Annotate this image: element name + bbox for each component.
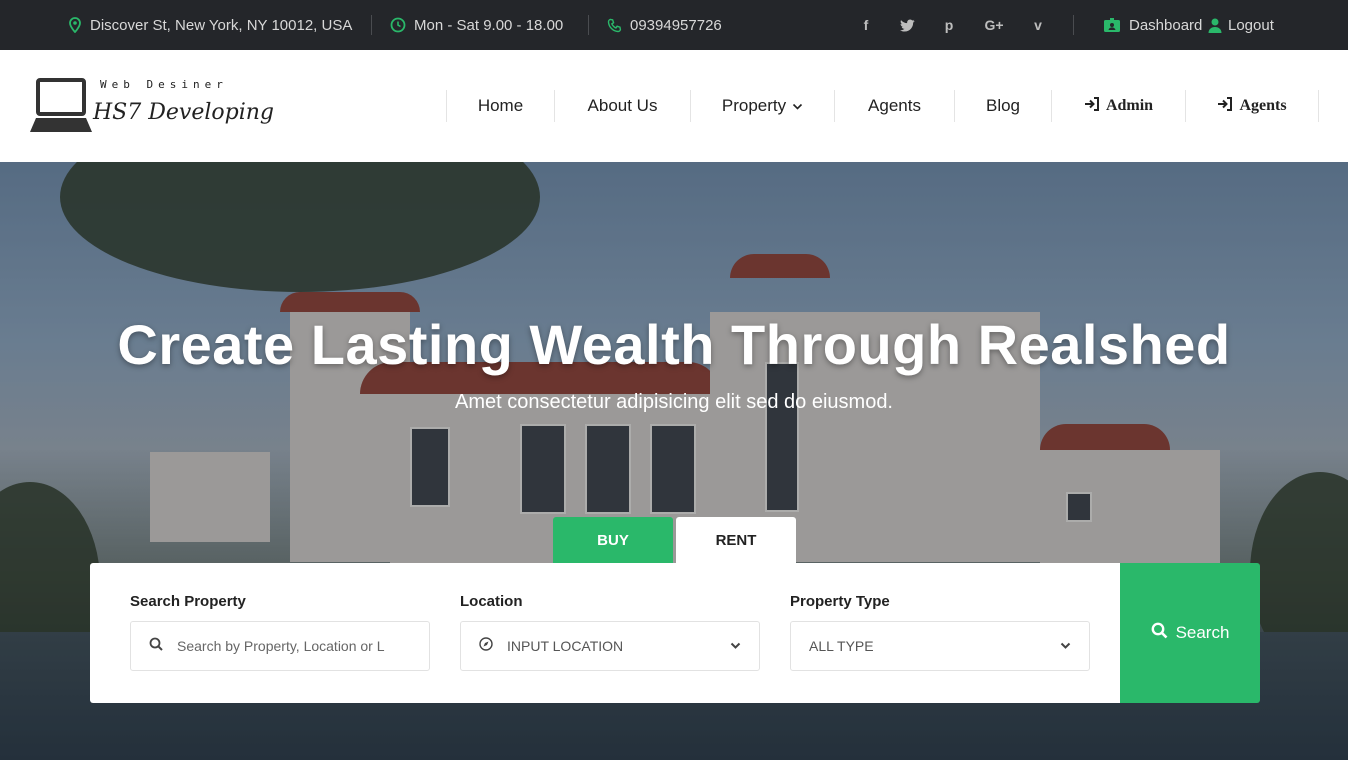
google-plus-icon[interactable]: G+ bbox=[981, 0, 1007, 50]
tab-buy[interactable]: BUY bbox=[553, 517, 673, 563]
phone-icon bbox=[607, 18, 622, 33]
hours-text: Mon - Sat 9.00 - 18.00 bbox=[414, 16, 564, 34]
search-icon bbox=[149, 637, 163, 656]
compass-icon bbox=[479, 636, 493, 656]
main-header: Web Desiner HS7 Developing Home About Us… bbox=[0, 50, 1348, 162]
hero-title: Create Lasting Wealth Through Realshed bbox=[117, 313, 1231, 376]
nav-divider bbox=[1318, 90, 1319, 122]
hero-subtitle: Amet consectetur adipisicing elit sed do… bbox=[454, 391, 893, 413]
location-value: INPUT LOCATION bbox=[507, 638, 624, 654]
location-label: Location bbox=[460, 593, 523, 610]
search-property-input[interactable] bbox=[177, 638, 397, 654]
logout-label: Logout bbox=[1228, 16, 1274, 34]
user-icon bbox=[1208, 18, 1222, 33]
nav-property-label: Property bbox=[721, 96, 787, 115]
hero-banner: Create Lasting Wealth Through Realshed A… bbox=[0, 162, 1348, 760]
dashboard-label: Dashboard bbox=[1129, 16, 1203, 34]
search-button-label: Search bbox=[1175, 623, 1230, 642]
phone-info[interactable]: 09394957726 bbox=[607, 0, 722, 50]
clock-icon bbox=[390, 17, 406, 33]
logo-name: HS7 Developing bbox=[93, 100, 275, 125]
property-type-label: Property Type bbox=[790, 593, 890, 610]
address-text: Discover St, New York, NY 10012, USA bbox=[90, 16, 353, 34]
hours-info: Mon - Sat 9.00 - 18.00 bbox=[390, 0, 563, 50]
logo-tagline: Web Desiner bbox=[100, 78, 228, 91]
property-type-value: ALL TYPE bbox=[809, 638, 874, 654]
id-card-icon bbox=[1103, 17, 1121, 33]
topbar-divider bbox=[371, 15, 372, 35]
logout-link[interactable]: Logout bbox=[1208, 0, 1274, 50]
nav-about[interactable]: About Us bbox=[555, 90, 690, 122]
nav-admin-login[interactable]: Admin bbox=[1052, 90, 1185, 122]
site-logo[interactable]: Web Desiner HS7 Developing bbox=[30, 78, 274, 138]
phone-text: 09394957726 bbox=[630, 16, 722, 34]
search-property-label: Search Property bbox=[130, 593, 246, 610]
nav-home[interactable]: Home bbox=[447, 90, 554, 122]
topbar-divider bbox=[1073, 15, 1074, 35]
nav-agents[interactable]: Agents bbox=[835, 90, 954, 122]
top-bar: Discover St, New York, NY 10012, USA Mon… bbox=[0, 0, 1348, 50]
search-property-field[interactable] bbox=[130, 621, 430, 671]
location-select[interactable]: INPUT LOCATION bbox=[460, 621, 760, 671]
nav-agents-login[interactable]: Agents bbox=[1186, 90, 1318, 122]
address-info: Discover St, New York, NY 10012, USA bbox=[68, 0, 352, 50]
topbar-divider bbox=[588, 15, 589, 35]
laptop-icon bbox=[30, 78, 92, 132]
nav-admin-label: Admin bbox=[1105, 97, 1154, 114]
nav-blog[interactable]: Blog bbox=[955, 90, 1051, 122]
tab-rent[interactable]: RENT bbox=[676, 517, 796, 563]
chevron-down-icon bbox=[792, 96, 803, 116]
map-marker-icon bbox=[68, 17, 82, 33]
sign-in-icon bbox=[1217, 96, 1233, 116]
chevron-down-icon bbox=[1060, 637, 1071, 655]
search-button[interactable]: Search bbox=[1120, 563, 1260, 703]
vimeo-icon[interactable]: v bbox=[1026, 0, 1050, 50]
search-icon bbox=[1151, 622, 1168, 644]
pinterest-icon[interactable]: p bbox=[937, 0, 961, 50]
chevron-down-icon bbox=[730, 637, 741, 655]
facebook-icon[interactable]: f bbox=[854, 0, 878, 50]
nav-agents-login-label: Agents bbox=[1239, 97, 1287, 114]
dashboard-link[interactable]: Dashboard bbox=[1103, 0, 1202, 50]
sign-in-icon bbox=[1084, 96, 1100, 116]
search-form: Search Property Location INPUT LOCATION … bbox=[90, 563, 1120, 703]
property-type-select[interactable]: ALL TYPE bbox=[790, 621, 1090, 671]
nav-property[interactable]: Property bbox=[691, 90, 834, 122]
twitter-icon[interactable] bbox=[895, 0, 919, 50]
